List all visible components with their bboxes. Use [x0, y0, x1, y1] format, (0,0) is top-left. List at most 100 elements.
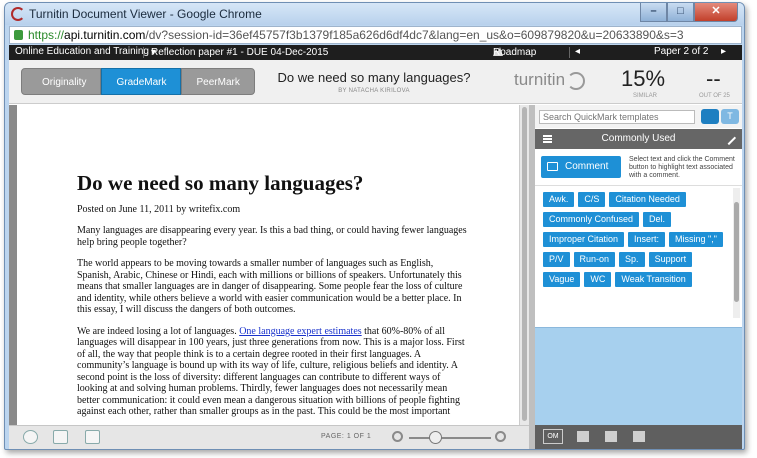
chevron-down-icon: ▾	[151, 47, 157, 58]
zoom-out-icon[interactable]	[392, 431, 403, 442]
top-nav-bar: Online Education and Training Reflection…	[9, 45, 742, 60]
tab-grademark[interactable]: GradeMark	[101, 68, 182, 95]
essay-title: Do we need so many languages?	[77, 171, 364, 195]
page-value: 1 OF 1	[346, 433, 372, 440]
text-toggle-button[interactable]: T	[721, 109, 739, 124]
essay-paragraph: The world appears to be moving towards a…	[77, 258, 463, 315]
close-button[interactable]: ✕	[694, 3, 738, 22]
print-icon[interactable]	[85, 430, 100, 444]
quickmark-chip[interactable]: WC	[584, 272, 612, 287]
essay-body: Do we need so many languages? Posted on …	[69, 105, 469, 418]
quickmark-chip[interactable]: Commonly Confused	[543, 212, 640, 227]
scrollbar-thumb[interactable]	[734, 202, 739, 302]
essay-posted: Posted on June 11, 2011 by writefix.com	[77, 204, 241, 215]
grade-label: OUT OF 25	[699, 93, 730, 99]
comments-icon[interactable]	[577, 431, 589, 442]
originality-marks-button[interactable]: OM	[543, 429, 563, 444]
similarity-score[interactable]: 15%	[621, 66, 665, 92]
side-panel-toolbar: OM	[535, 425, 742, 449]
zoom-in-icon[interactable]	[495, 431, 506, 442]
title-bar: Turnitin Document Viewer - Google Chrome…	[5, 3, 744, 25]
comment-button-label: Comment	[565, 161, 609, 172]
document-page[interactable]: Do we need so many languages? Posted on …	[17, 105, 519, 425]
viewer-header: Originality GradeMark PeerMark Do we nee…	[9, 60, 742, 104]
quickmark-chip[interactable]: P/V	[543, 252, 570, 267]
list-icon[interactable]	[605, 431, 617, 442]
comment-icon	[547, 162, 558, 171]
side-panel-empty-area	[535, 327, 742, 425]
browser-window: Turnitin Document Viewer - Google Chrome…	[4, 2, 745, 450]
document-toolbar: PAGE: 1 OF 1	[9, 425, 529, 449]
quickmark-chip[interactable]: Improper Citation	[543, 232, 625, 247]
next-paper-button[interactable]: ▸	[721, 46, 726, 57]
logo-swirl-icon	[567, 71, 586, 90]
mode-switcher: Originality GradeMark PeerMark	[21, 68, 255, 95]
quickmark-chip[interactable]: Run-on	[573, 252, 616, 267]
info-icon[interactable]	[23, 430, 38, 444]
paragraph-text: We are indeed losing a lot of languages.	[77, 325, 240, 337]
quickmark-chip[interactable]: Support	[648, 252, 693, 267]
address-bar[interactable]: https://api.turnitin.com/dv?session-id=3…	[9, 26, 742, 44]
comment-help-text: Select text and click the Comment button…	[629, 156, 735, 179]
quickmark-chip[interactable]: Del.	[643, 212, 672, 227]
quickmark-chip[interactable]: C/S	[578, 192, 606, 207]
class-name-link[interactable]: Online Education and Training	[15, 46, 149, 57]
quickmark-chip[interactable]: Sp.	[619, 252, 645, 267]
quickmark-chip[interactable]: Weak Transition	[615, 272, 692, 287]
quickmark-chip[interactable]: Citation Needed	[609, 192, 686, 207]
quickmark-search-input[interactable]	[539, 110, 695, 124]
quickmark-chip[interactable]: Insert:	[628, 232, 666, 247]
left-gutter	[9, 105, 17, 425]
tab-originality[interactable]: Originality	[21, 68, 102, 95]
window-controls: – □ ✕	[640, 3, 738, 22]
grid-icon[interactable]	[633, 431, 645, 442]
document-scrollbar[interactable]	[519, 105, 529, 425]
text-only-icon[interactable]	[53, 430, 68, 444]
quickmark-chip[interactable]: Vague	[543, 272, 581, 287]
scrollbar-thumb[interactable]	[522, 107, 527, 421]
url-scheme: https://	[28, 28, 65, 42]
page-indicator: PAGE: 1 OF 1	[321, 433, 371, 440]
maximize-button[interactable]: □	[667, 3, 694, 22]
quickmark-chip[interactable]: Missing ","	[669, 232, 723, 247]
essay-paragraph: We are indeed losing a lot of languages.…	[77, 326, 467, 418]
page-label: PAGE:	[321, 433, 345, 440]
assignment-label: Reflection paper #1 - DUE 04-Dec-2015	[151, 47, 329, 58]
turnitin-app-icon	[11, 7, 25, 21]
nav-divider	[569, 47, 570, 58]
quickmark-list: Awk. C/S Citation Needed Commonly Confus…	[535, 185, 742, 325]
paper-indicator: Paper 2 of 2	[654, 46, 709, 57]
tab-peermark[interactable]: PeerMark	[181, 68, 255, 95]
document-title: Do we need so many languages?	[277, 70, 471, 85]
url-host: api.turnitin.com	[64, 28, 146, 42]
paragraph-text: that 60%-80% of all languages will disap…	[77, 325, 465, 418]
page-content: Online Education and Training Reflection…	[9, 45, 742, 449]
nav-divider	[143, 47, 144, 58]
url-path: /dv?session-id=36ef45757f3b1379f185a626d…	[145, 28, 684, 42]
roadmap-label: Roadmap	[493, 47, 537, 58]
document-author: BY NATACHA KIRILOVA	[338, 88, 410, 94]
zoom-slider-handle[interactable]	[429, 431, 442, 444]
similarity-label: SIMILAR	[633, 93, 658, 99]
grade-value[interactable]: --	[706, 66, 721, 92]
minimize-button[interactable]: –	[640, 3, 667, 22]
quickmark-set-name[interactable]: Commonly Used	[535, 133, 742, 144]
zoom-slider[interactable]	[409, 437, 491, 439]
url-text[interactable]: https://api.turnitin.com/dv?session-id=3…	[28, 28, 684, 42]
quickmark-set-header: Commonly Used	[535, 129, 742, 149]
comment-list-icon[interactable]	[701, 109, 719, 124]
quickmark-scrollbar[interactable]	[733, 188, 740, 318]
logo-text: turnitin	[514, 70, 566, 89]
document-pane: Do we need so many languages? Posted on …	[9, 105, 529, 425]
prev-paper-button[interactable]: ◂	[575, 46, 580, 57]
quickmark-panel: T Commonly Used Comment Select text and …	[535, 105, 742, 425]
comment-button[interactable]: Comment	[541, 156, 621, 178]
expert-estimate-link[interactable]: One language expert estimates	[239, 326, 361, 337]
quickmark-chip[interactable]: Awk.	[543, 192, 575, 207]
essay-paragraph: Many languages are disappearing every ye…	[77, 225, 467, 248]
lock-icon	[14, 30, 23, 40]
turnitin-logo: turnitin	[514, 70, 586, 90]
quickmark-search-bar: T	[535, 105, 742, 128]
window-title: Turnitin Document Viewer - Google Chrome	[29, 7, 262, 21]
quickmark-chips: Awk. C/S Citation Needed Commonly Confus…	[543, 192, 725, 287]
